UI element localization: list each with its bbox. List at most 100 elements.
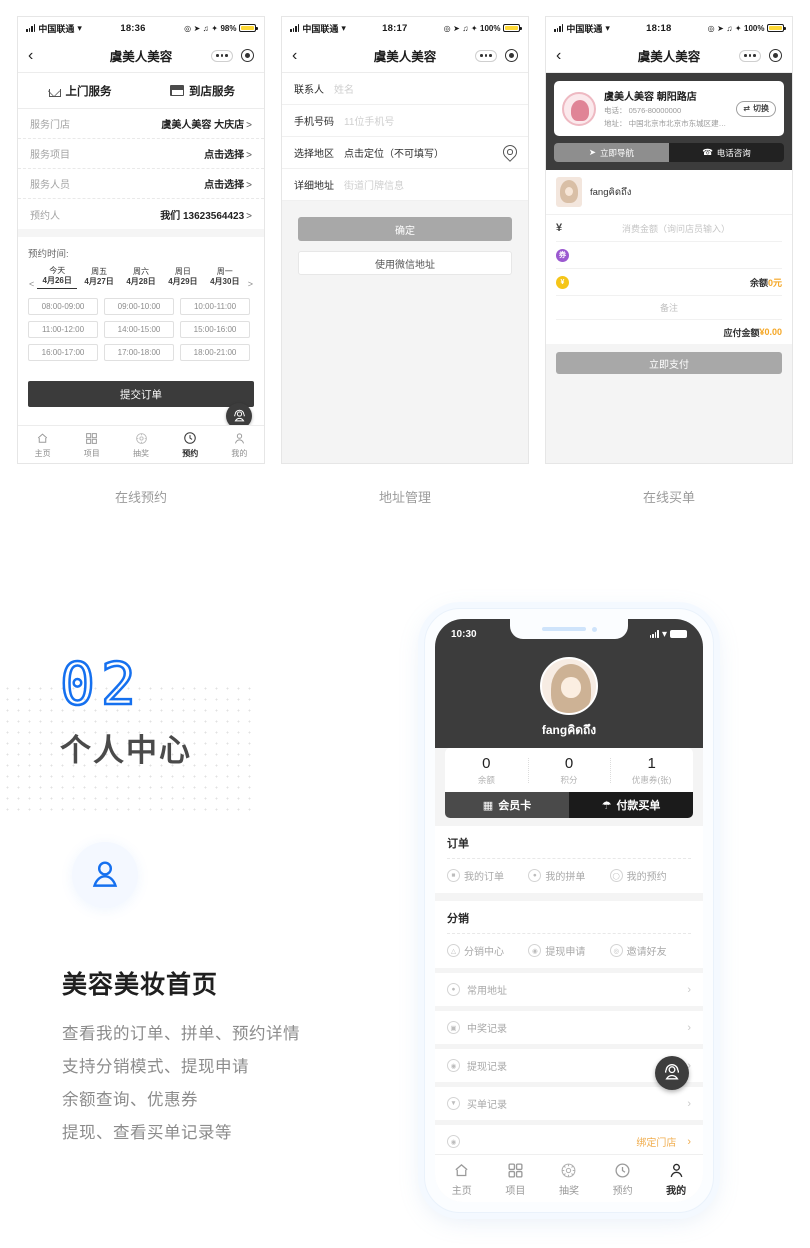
stat-balance[interactable]: 0 余额	[445, 755, 528, 786]
submit-order-button[interactable]: 提交订单	[28, 381, 254, 407]
pay-now-button[interactable]: 立即支付	[556, 352, 782, 374]
battery-icon	[503, 24, 522, 32]
mute-icon: ♫	[726, 23, 733, 33]
time-slot[interactable]: 14:00-15:00	[104, 321, 174, 338]
list-item-common-address[interactable]: ● 常用地址 ›	[435, 973, 703, 1006]
bottom-nav-item-booking[interactable]: 预约	[166, 431, 215, 459]
bottom-nav-item-mine[interactable]: 我的	[649, 1161, 703, 1197]
field-detail-address[interactable]: 详细地址 街道门牌信息	[282, 169, 528, 201]
tab-in-store-service[interactable]: 到店服务	[141, 73, 264, 108]
avatar	[556, 177, 582, 207]
stat-label: 积分	[560, 775, 578, 785]
date-cell[interactable]: 今天 4月26日	[37, 266, 78, 289]
field-contact-name[interactable]: 联系人 姓名	[282, 73, 528, 105]
bottom-nav-item-lottery[interactable]: 抽奖	[542, 1161, 596, 1197]
switch-store-button[interactable]: ⇄ 切换	[736, 100, 776, 117]
grid-item-my-bookings[interactable]: ◯ 我的预约	[609, 868, 691, 883]
grid-icon	[67, 431, 116, 446]
time-slot[interactable]: 11:00-12:00	[28, 321, 98, 338]
date-next-button[interactable]: >	[247, 279, 254, 289]
grid-item-invite-friends[interactable]: ◎ 邀请好友	[609, 943, 691, 958]
form-row-store[interactable]: 服务门店 虞美人美容 大庆店	[18, 109, 264, 139]
form-row-service-item[interactable]: 服务项目 点击选择	[18, 139, 264, 169]
more-menu-button[interactable]	[211, 49, 233, 62]
store-logo-icon	[562, 91, 596, 126]
grid-item-distribution-center[interactable]: △ 分销中心	[447, 943, 528, 958]
back-button[interactable]: ‹	[556, 47, 561, 64]
amount-row[interactable]: ¥ 消费金额（询问店员输入）	[556, 215, 782, 242]
bottom-nav-item-home[interactable]: 主页	[435, 1161, 489, 1197]
back-button[interactable]: ‹	[292, 47, 297, 64]
grid-item-my-orders[interactable]: ■ 我的订单	[447, 868, 528, 883]
more-menu-button[interactable]	[475, 49, 497, 62]
date-prev-button[interactable]: <	[28, 279, 35, 289]
time-slot[interactable]: 09:00-10:00	[104, 298, 174, 315]
bottom-nav-item-projects[interactable]: 项目	[67, 431, 116, 459]
grid-item-withdraw-request[interactable]: ◉ 提现申请	[528, 943, 609, 958]
time-slot[interactable]: 08:00-09:00	[28, 298, 98, 315]
close-icon[interactable]	[241, 49, 254, 62]
person-icon	[649, 1161, 703, 1180]
close-icon[interactable]	[505, 49, 518, 62]
description-line: 提现、查看买单记录等	[62, 1124, 232, 1142]
alarm-icon: ◎	[707, 23, 715, 33]
screen-online-booking: 中国联通 ▾ 18:36 ◎ ➤ ♫ ✦ 98% ‹ 虞美人美容 上门服务 到店…	[17, 16, 265, 464]
balance-row[interactable]: ¥ 余额0元	[556, 269, 782, 296]
stat-value: 0	[482, 755, 491, 772]
close-icon[interactable]	[769, 49, 782, 62]
form-row-booker[interactable]: 预约人 我们 13623564423	[18, 199, 264, 229]
battery-icon	[239, 24, 258, 32]
date-cell[interactable]: 周日 4月29日	[163, 267, 203, 289]
submit-area: 提交订单	[18, 371, 264, 429]
bottom-nav-item-booking[interactable]: 预约	[596, 1161, 650, 1197]
coupon-row[interactable]: 券	[556, 242, 782, 269]
stat-coupons[interactable]: 1 优惠券(张)	[610, 755, 693, 786]
navigate-button[interactable]: ➤ 立即导航	[554, 143, 669, 162]
time-slot[interactable]: 15:00-16:00	[180, 321, 250, 338]
date-cell[interactable]: 周六 4月28日	[121, 267, 161, 289]
pay-bill-button[interactable]: ☂ 付款买单	[569, 792, 693, 818]
status-bar: 中国联通 ▾ 18:36 ◎ ➤ ♫ ✦ 98%	[18, 17, 264, 39]
stat-points[interactable]: 0 积分	[527, 755, 611, 786]
field-label: 手机号码	[294, 117, 334, 128]
time-slot[interactable]: 18:00-21:00	[180, 344, 250, 361]
tab-home-service-label: 上门服务	[65, 85, 112, 98]
grid-item-my-group-buys[interactable]: ● 我的拼单	[528, 868, 609, 883]
bottom-nav-item-lottery[interactable]: 抽奖	[116, 431, 165, 459]
bluetooth-icon: ✦	[470, 23, 478, 33]
location-pin-icon[interactable]	[503, 145, 516, 160]
form-row-staff[interactable]: 服务人员 点击选择	[18, 169, 264, 199]
date-cell[interactable]: 周一 4月30日	[205, 267, 245, 289]
store-address: 地址： 中国北京市北京市东城区建国门...	[604, 119, 729, 128]
bottom-nav-item-home[interactable]: 主页	[18, 431, 67, 459]
field-region[interactable]: 选择地区 点击定位（不可填写）	[282, 137, 528, 169]
time-slot[interactable]: 17:00-18:00	[104, 344, 174, 361]
form-value: 我们 13623564423	[160, 207, 252, 222]
caption-online-payment: 在线买单	[642, 490, 695, 505]
time-slot[interactable]: 10:00-11:00	[180, 298, 250, 315]
list-item-prize-records[interactable]: ▣ 中奖记录 ›	[435, 1011, 703, 1044]
avatar[interactable]	[540, 657, 598, 715]
status-bar: 中国联通 ▾ 18:17 ◎ ➤ ♫ ✦ 100%	[282, 17, 528, 39]
membership-card-button[interactable]: ▦ 会员卡	[445, 792, 569, 818]
bottom-nav-item-projects[interactable]: 项目	[489, 1161, 543, 1197]
date-cell[interactable]: 周五 4月27日	[79, 267, 119, 289]
customer-service-icon[interactable]	[655, 1056, 689, 1090]
home-icon	[48, 85, 61, 97]
remark-input[interactable]: 备注	[556, 296, 782, 320]
field-phone-number[interactable]: 手机号码 11位手机号	[282, 105, 528, 137]
time-slot[interactable]: 16:00-17:00	[28, 344, 98, 361]
status-bar: 中国联通 ▾ 18:18 ◎ ➤ ♫ ✦ 100%	[546, 17, 792, 39]
more-menu-button[interactable]	[739, 49, 761, 62]
use-wechat-address-button[interactable]: 使用微信地址	[298, 251, 512, 275]
tab-home-service[interactable]: 上门服务	[18, 73, 141, 108]
amount-input[interactable]: 消费金额（询问店员输入）	[570, 222, 782, 235]
bottom-nav-item-mine[interactable]: 我的	[215, 431, 264, 459]
call-button[interactable]: ☎ 电话咨询	[669, 143, 784, 162]
back-button[interactable]: ‹	[28, 47, 33, 64]
list-item-bind-store[interactable]: ◉ 绑定门店 ›	[435, 1125, 703, 1154]
confirm-button[interactable]: 确定	[298, 217, 512, 241]
date-selector: < 今天 4月26日 周五 4月27日 周六 4月28日 周日 4月29日 周一…	[28, 266, 254, 289]
list-item-payment-records[interactable]: ▼ 买单记录 ›	[435, 1087, 703, 1120]
order-icon: ■	[447, 869, 460, 882]
